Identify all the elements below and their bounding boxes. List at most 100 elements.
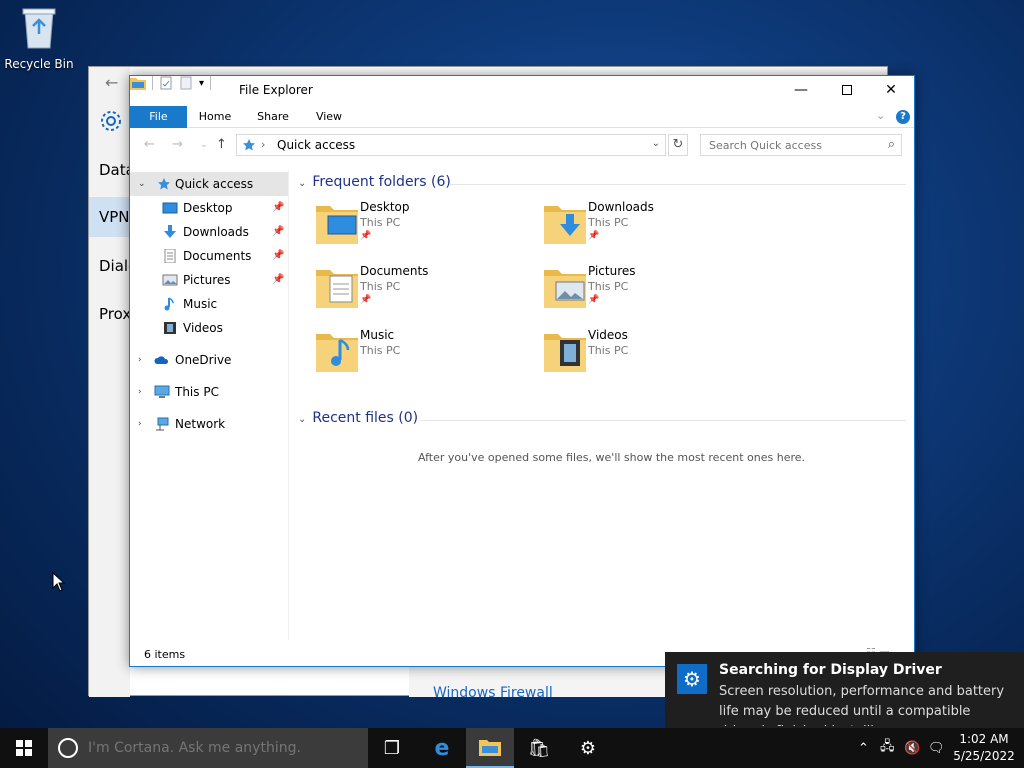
recycle-bin-label: Recycle Bin [4, 57, 74, 71]
tab-view[interactable]: View [306, 106, 352, 128]
group-divider [420, 420, 906, 421]
folder-tile-desktop[interactable]: Desktop This PC 📌 [314, 198, 534, 254]
recent-locations-icon[interactable]: ⌄ [200, 140, 208, 150]
action-center-button[interactable]: 🗨 [928, 728, 945, 768]
documents-icon [164, 249, 176, 263]
expanded-chevron-icon[interactable]: ⌄ [138, 172, 146, 196]
address-row: ← → ⌄ ↑ › Quick access ⌄ ↻ ⌕ [130, 132, 914, 158]
nav-downloads[interactable]: Downloads 📌 [130, 220, 288, 244]
ribbon-tabs: File Home Share View ⌄ ? [130, 106, 914, 128]
folder-location: This PC [360, 216, 401, 229]
folder-tile-documents[interactable]: Documents This PC 📌 [314, 262, 534, 318]
minimize-button[interactable]: — [778, 76, 824, 104]
desktop-folder-icon [316, 206, 358, 244]
network-status-button[interactable]: 🖧 [880, 728, 895, 768]
cortana-input[interactable] [88, 736, 358, 760]
collapsed-chevron-icon[interactable]: › [138, 412, 142, 436]
back-arrow-icon[interactable]: ← [105, 73, 118, 92]
videos-folder-icon [544, 334, 586, 372]
pin-icon[interactable]: 📌 [360, 231, 371, 241]
nav-pictures[interactable]: Pictures 📌 [130, 268, 288, 292]
group-title: Frequent folders (6) [312, 174, 451, 190]
maximize-button[interactable] [824, 76, 870, 104]
folder-tile-videos[interactable]: Videos This PC [542, 326, 762, 382]
new-folder-icon[interactable] [179, 76, 193, 90]
nav-label: Desktop [183, 201, 233, 215]
pane-splitter[interactable] [288, 170, 289, 640]
help-icon[interactable]: ? [896, 110, 910, 124]
pin-icon[interactable]: 📌 [588, 295, 599, 305]
nav-this-pc[interactable]: › This PC [130, 380, 288, 404]
pin-icon[interactable]: 📌 [272, 220, 284, 244]
nav-music[interactable]: Music [130, 292, 288, 316]
group-collapse-icon[interactable]: ⌄ [298, 414, 306, 425]
pin-icon[interactable]: 📌 [272, 268, 284, 292]
pin-icon[interactable]: 📌 [272, 244, 284, 268]
up-button[interactable]: ↑ [216, 137, 227, 152]
folder-location: This PC [588, 344, 629, 357]
refresh-button[interactable]: ↻ [668, 134, 688, 156]
properties-icon[interactable] [159, 76, 173, 90]
start-button[interactable] [0, 728, 48, 768]
tab-file[interactable]: File [130, 106, 187, 128]
customize-toolbar-icon[interactable]: ▾ [199, 78, 204, 89]
folder-location: This PC [588, 280, 629, 293]
recycle-bin-icon [22, 8, 56, 49]
breadcrumb-chevron-icon[interactable]: › [261, 138, 265, 151]
store-button[interactable]: 🛍 [515, 728, 563, 768]
pin-icon[interactable]: 📌 [272, 196, 284, 220]
pictures-icon [162, 274, 178, 286]
search-box[interactable]: ⌕ [700, 134, 902, 156]
file-explorer-window: ▾ File Explorer — ✕ File Home Share View… [129, 75, 915, 667]
toast-notification[interactable]: ⚙ Searching for Display Driver Screen re… [665, 652, 1024, 728]
folder-tile-downloads[interactable]: Downloads This PC 📌 [542, 198, 762, 254]
folder-tile-music[interactable]: Music This PC [314, 326, 534, 382]
address-bar[interactable]: › Quick access ⌄ [236, 134, 666, 156]
search-icon: ⌕ [887, 137, 895, 152]
search-input[interactable] [701, 135, 876, 155]
folder-name: Documents [360, 264, 429, 278]
volume-button[interactable]: 🔇 [904, 728, 920, 768]
cortana-search[interactable] [48, 728, 368, 768]
nav-onedrive[interactable]: › OneDrive [130, 348, 288, 372]
status-item-count: 6 items [144, 648, 186, 661]
back-button[interactable]: ← [144, 137, 155, 152]
clock[interactable]: 1:02 AM 5/25/2022 [948, 731, 1020, 765]
nav-documents[interactable]: Documents 📌 [130, 244, 288, 268]
pin-icon[interactable]: 📌 [588, 231, 599, 241]
folder-tile-pictures[interactable]: Pictures This PC 📌 [542, 262, 762, 318]
downloads-icon [164, 225, 176, 238]
toast-title: Searching for Display Driver [719, 662, 942, 678]
windows-firewall-link[interactable]: Windows Firewall [433, 685, 553, 701]
collapsed-chevron-icon[interactable]: › [138, 348, 142, 372]
nav-videos[interactable]: Videos [130, 316, 288, 340]
close-button[interactable]: ✕ [868, 76, 914, 104]
task-view-icon: ❐ [383, 737, 401, 759]
forward-button[interactable]: → [172, 137, 183, 152]
frequent-folders-header[interactable]: ⌄ Frequent folders (6) [298, 174, 451, 190]
windows-logo-icon [16, 740, 32, 756]
title-bar[interactable]: ▾ File Explorer — ✕ [130, 76, 914, 104]
collapsed-chevron-icon[interactable]: › [138, 380, 142, 404]
address-dropdown-icon[interactable]: ⌄ [652, 138, 660, 149]
nav-network[interactable]: › Network [130, 412, 288, 436]
settings-gear-icon [101, 111, 121, 131]
task-view-button[interactable]: ❐ [368, 728, 416, 768]
nav-desktop[interactable]: Desktop 📌 [130, 196, 288, 220]
tab-share[interactable]: Share [250, 106, 296, 128]
file-explorer-taskbar-button[interactable] [466, 728, 514, 768]
group-collapse-icon[interactable]: ⌄ [298, 178, 306, 189]
edge-button[interactable]: e [418, 728, 466, 768]
show-hidden-icons-button[interactable]: ⌃ [858, 728, 869, 768]
window-title: File Explorer [239, 83, 313, 97]
nav-quick-access[interactable]: ⌄ Quick access [130, 172, 288, 196]
recent-files-header[interactable]: ⌄ Recent files (0) [298, 410, 418, 426]
settings-taskbar-button[interactable]: ⚙ [564, 728, 612, 768]
folder-name: Downloads [588, 200, 654, 214]
tab-home[interactable]: Home [192, 106, 238, 128]
settings-nav-vpn[interactable]: VPN [89, 197, 130, 237]
recycle-bin[interactable]: Recycle Bin [4, 6, 74, 71]
network-icon [156, 417, 169, 431]
ribbon-expand-icon[interactable]: ⌄ [876, 109, 885, 122]
pin-icon[interactable]: 📌 [360, 295, 371, 305]
